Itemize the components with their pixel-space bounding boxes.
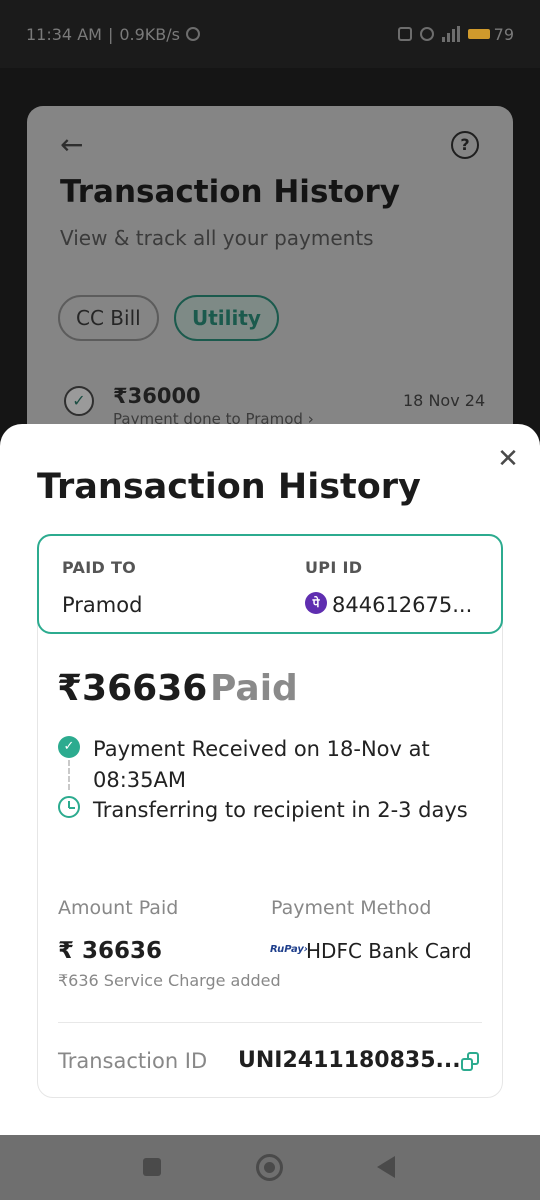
signal-icon	[441, 26, 460, 42]
battery-indicator: 79	[467, 24, 514, 44]
paid-to-label: PAID TO	[62, 558, 137, 577]
divider	[58, 1022, 482, 1023]
paid-to-value: Pramod	[62, 593, 143, 617]
status-time: 11:34 AM	[26, 24, 102, 44]
status-bar: 11:34 AM | 0.9KB/s 79	[0, 0, 540, 68]
paid-to-box	[37, 534, 503, 634]
payment-method-label: Payment Method	[271, 897, 432, 919]
amount-paid-value: ₹ 36636	[58, 938, 163, 964]
filter-chip-cc-bill[interactable]: CC Bill	[58, 295, 159, 341]
upi-id-label: UPI ID	[305, 558, 363, 577]
copy-icon[interactable]	[461, 1052, 481, 1072]
payment-status: Paid	[210, 668, 298, 709]
network-speed: 0.9KB/s	[119, 24, 180, 44]
upi-id-value: 844612675...	[332, 593, 473, 617]
filter-chip-utility[interactable]: Utility	[174, 295, 279, 341]
clock-icon	[58, 796, 80, 818]
payment-method-value: HDFC Bank Card	[306, 939, 472, 963]
timeline-connector	[68, 760, 70, 790]
phonepe-icon: पे	[305, 592, 327, 614]
recents-icon[interactable]	[143, 1158, 161, 1176]
sheet-title: Transaction History	[37, 467, 421, 507]
back-icon[interactable]	[377, 1156, 395, 1178]
amount-paid-label: Amount Paid	[58, 897, 179, 919]
status-right: 79	[397, 24, 514, 44]
transaction-id-label: Transaction ID	[58, 1049, 208, 1073]
background-row-amount[interactable]: ₹36000	[113, 384, 201, 408]
vibrate-icon	[397, 27, 412, 41]
battery-icon	[467, 29, 490, 39]
arrow-left-icon[interactable]: ←	[60, 130, 90, 160]
background-page-subtitle: View & track all your payments	[60, 226, 374, 250]
check-circle-icon: ✓	[64, 386, 94, 416]
timeline-step-received: Payment Received on 18-Nov at 08:35AM	[93, 737, 430, 792]
transaction-id-value: UNI2411180835...	[238, 1048, 461, 1073]
wifi-icon	[419, 27, 434, 41]
status-left: 11:34 AM | 0.9KB/s	[26, 25, 200, 44]
service-charge-note: ₹636 Service Charge added	[58, 971, 281, 990]
background-row-date: 18 Nov 24	[403, 391, 486, 410]
timeline-step-transferring: Transferring to recipient in 2-3 days	[93, 798, 468, 822]
close-icon[interactable]: ✕	[495, 446, 521, 472]
alarm-icon	[185, 27, 200, 41]
check-circle-icon: ✓	[58, 736, 80, 758]
battery-level: 79	[493, 24, 514, 44]
home-icon[interactable]	[256, 1154, 283, 1181]
status-separator: |	[107, 24, 114, 44]
help-icon[interactable]: ?	[451, 131, 479, 159]
total-amount: ₹36636	[57, 668, 208, 709]
background-page-title: Transaction History	[60, 174, 401, 210]
rupay-logo-icon: RuPay›	[270, 944, 309, 955]
